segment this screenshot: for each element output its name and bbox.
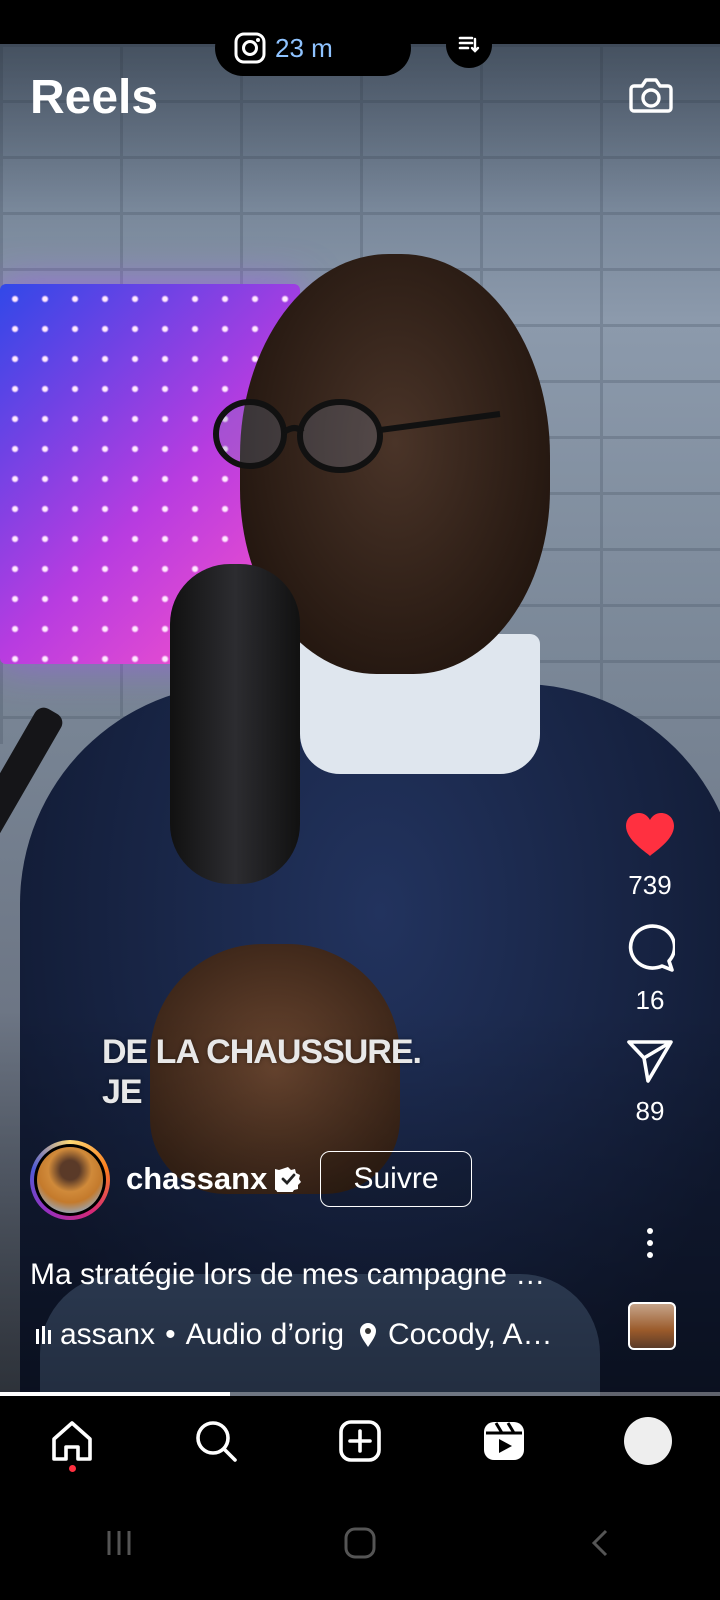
audio-bars-icon [36, 1326, 51, 1344]
nav-home[interactable] [42, 1411, 102, 1472]
share-action[interactable]: 89 [610, 1038, 690, 1127]
reel-video[interactable]: DE LA CHAUSSURE. JE [0, 44, 720, 1424]
more-icon[interactable] [640, 1226, 660, 1260]
nav-reels[interactable] [474, 1411, 534, 1471]
verified-badge-icon [275, 1167, 302, 1192]
timer-label: 23 m [275, 32, 333, 63]
instagram-icon [234, 32, 266, 64]
profile-avatar[interactable] [624, 1417, 672, 1465]
author-username[interactable]: chassanx [126, 1161, 267, 1197]
page-title: Reels [30, 71, 159, 124]
video-subtitle: DE LA CHAUSSURE. JE [102, 1032, 422, 1112]
home-active-dot [69, 1465, 76, 1472]
heart-icon[interactable] [624, 812, 676, 858]
reel-caption[interactable]: Ma stratégie lors de mes campagne … [30, 1258, 600, 1292]
video-shade [0, 44, 720, 1424]
location-label[interactable]: Cocody, A… [388, 1318, 553, 1352]
nav-search[interactable] [186, 1411, 246, 1471]
nav-profile[interactable] [618, 1411, 678, 1471]
share-count: 89 [635, 1096, 665, 1126]
system-nav-bar [0, 1486, 720, 1600]
follow-button[interactable]: Suivre [320, 1151, 472, 1207]
subtitle-line-1: DE LA CHAUSSURE. [102, 1033, 422, 1071]
search-icon[interactable] [194, 1419, 238, 1463]
playlist-icon[interactable] [446, 22, 492, 68]
home-icon[interactable] [50, 1419, 94, 1463]
like-action[interactable]: 739 [610, 812, 690, 901]
subtitle-line-2: JE [102, 1073, 143, 1111]
comment-action[interactable]: 16 [610, 923, 690, 1016]
audio-artist[interactable]: assanx [60, 1318, 155, 1352]
location-pin-icon [360, 1323, 377, 1347]
nav-create[interactable] [330, 1411, 390, 1471]
recent-apps-icon[interactable] [104, 1528, 134, 1558]
audio-location-row: assanx • Audio d’orig Cocody, A… [36, 1318, 586, 1352]
camera-icon[interactable] [628, 72, 674, 118]
activity-pill[interactable]: 23 m [215, 20, 411, 76]
send-icon[interactable] [626, 1038, 674, 1084]
action-rail: 739 16 89 [610, 812, 690, 1149]
bottom-nav [0, 1396, 720, 1486]
reels-icon[interactable] [482, 1419, 526, 1463]
comment-icon[interactable] [625, 923, 675, 973]
comment-count: 16 [635, 985, 665, 1015]
reels-screen: 23 m DE LA CHAUSSURE. JE Reels 739 16 89… [0, 0, 720, 1600]
back-icon[interactable] [586, 1528, 616, 1558]
author-avatar[interactable] [30, 1140, 110, 1220]
create-icon[interactable] [338, 1419, 382, 1463]
audio-track[interactable]: Audio d’orig [186, 1318, 344, 1352]
home-button-icon[interactable] [343, 1526, 377, 1560]
meta-separator: • [165, 1318, 176, 1351]
like-count: 739 [628, 870, 672, 900]
author-username-row[interactable]: chassanx [126, 1161, 302, 1197]
audio-thumbnail[interactable] [628, 1302, 676, 1350]
